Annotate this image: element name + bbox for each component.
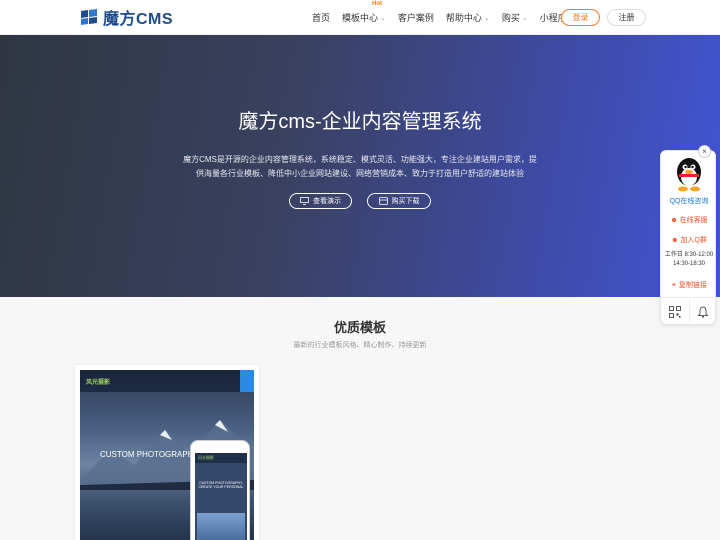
top-header: 魔方CMS 首页 Hot 模板中心 ⌄ 客户案例 帮助中心 ⌄ 购买 ⌄ 小程序… — [0, 0, 720, 35]
copy-link-button[interactable]: ⚭ 复制链接 — [661, 280, 717, 290]
preview-logo: 风光摄影 — [86, 380, 111, 386]
view-demo-label: 查看演示 — [313, 198, 341, 205]
hero-title: 魔方cms-企业内容管理系统 — [238, 111, 482, 133]
online-service-label: 在线客服 — [679, 217, 708, 224]
nav-cases-label: 客户案例 — [397, 13, 434, 23]
group-icon: ☻ — [671, 237, 679, 244]
nav-help-label: 帮助中心 — [445, 13, 482, 23]
hot-badge: Hot — [372, 1, 383, 7]
chevron-down-icon: ⌄ — [380, 14, 386, 22]
menu-icon — [240, 370, 254, 392]
nav-templates[interactable]: Hot 模板中心 ⌄ — [342, 1, 386, 24]
nav-home[interactable]: 首页 — [312, 11, 330, 24]
register-button[interactable]: 注册 — [607, 9, 646, 26]
floating-service-panel: QQ在线咨询 ☻ 在线客服 ☻ 加入Q群 工作日 8:30-12:00 14:3… — [660, 150, 717, 325]
work-hours: 工作日 8:30-12:00 14:30-18:30 — [661, 251, 717, 269]
work-hours-line2: 14:30-18:30 — [672, 261, 706, 267]
chevron-down-icon: ⌄ — [483, 14, 490, 22]
login-button[interactable]: 登录 — [561, 9, 600, 26]
support-icon: ☻ — [670, 217, 678, 224]
logo-text: 魔方CMS — [103, 11, 174, 28]
panel-divider — [661, 297, 717, 298]
phone-image — [197, 513, 245, 540]
preview-navbar: 风光摄影 — [80, 370, 254, 392]
phone-screen: 风光摄影 CUSTOM PHOTOGRAPHY, CREATE YOUR PER… — [195, 453, 247, 540]
qq-penguin-icon — [677, 158, 701, 192]
join-qq-group-link[interactable]: ☻ 加入Q群 — [661, 235, 717, 245]
site-logo[interactable]: 魔方CMS — [79, 8, 174, 28]
work-hours-line1: 工作日 8:30-12:00 — [664, 252, 714, 258]
qrcode-icon — [668, 306, 681, 318]
qrcode-button[interactable] — [661, 299, 690, 325]
buy-download-button[interactable]: 购买下载 — [367, 193, 431, 209]
monitor-icon — [300, 197, 309, 205]
page: 魔方CMS 首页 Hot 模板中心 ⌄ 客户案例 帮助中心 ⌄ 购买 ⌄ 小程序… — [0, 0, 720, 540]
section-title: 优质模板 — [333, 320, 386, 335]
qq-consult-link[interactable]: QQ在线咨询 — [661, 196, 717, 206]
online-service-link[interactable]: ☻ 在线客服 — [661, 215, 717, 225]
phone-headline: CUSTOM PHOTOGRAPHY, CREATE YOUR PERSONAL — [198, 481, 244, 489]
phone-preview: 风光摄影 CUSTOM PHOTOGRAPHY, CREATE YOUR PER… — [190, 440, 250, 540]
nav-home-label: 首页 — [312, 13, 331, 23]
nav-cases[interactable]: 客户案例 — [398, 11, 434, 24]
logo-icon — [81, 9, 97, 25]
bell-icon — [697, 306, 709, 318]
card-icon — [378, 197, 388, 205]
join-qq-group-label: 加入Q群 — [680, 237, 707, 244]
link-icon: ⚭ — [671, 282, 677, 289]
hero-banner: 魔方cms-企业内容管理系统 魔方CMS是开源的企业内容管理系统，系统稳定、模式… — [0, 35, 720, 297]
section-subtitle: 最新的行业模板风格、精心制作、持续更新 — [293, 342, 427, 349]
nav-templates-label: 模板中心 — [342, 13, 379, 23]
chevron-down-icon: ⌄ — [521, 14, 528, 22]
main-nav: 首页 Hot 模板中心 ⌄ 客户案例 帮助中心 ⌄ 购买 ⌄ 小程序 — [312, 0, 579, 35]
phone-logo: 风光摄影 — [198, 455, 214, 460]
buy-download-label: 购买下载 — [391, 198, 420, 205]
close-panel-button[interactable]: × — [698, 145, 711, 158]
nav-buy[interactable]: 购买 ⌄ — [502, 11, 528, 24]
notification-button[interactable] — [690, 299, 718, 325]
nav-help[interactable]: 帮助中心 ⌄ — [446, 11, 490, 24]
view-demo-button[interactable]: 查看演示 — [289, 193, 352, 209]
phone-navbar: 风光摄影 — [195, 453, 247, 463]
panel-icon-row — [661, 299, 717, 325]
nav-buy-label: 购买 — [501, 13, 520, 23]
copy-link-label: 复制链接 — [678, 282, 707, 289]
hero-description: 魔方CMS是开源的企业内容管理系统，系统稳定、模式灵活、功能强大，专注企业建站用… — [183, 155, 537, 178]
